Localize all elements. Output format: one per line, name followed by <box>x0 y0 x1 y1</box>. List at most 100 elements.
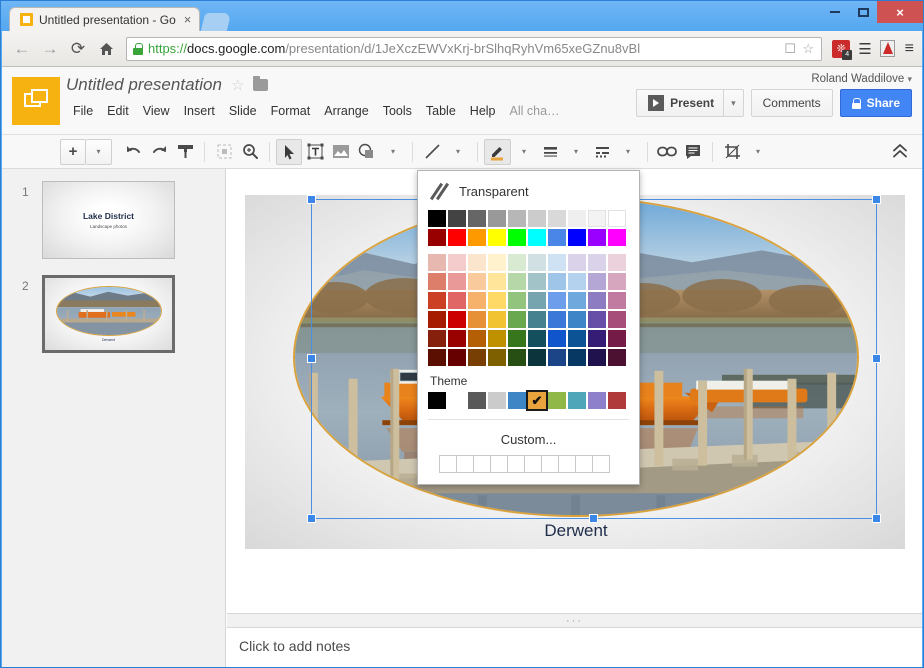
color-swatch[interactable] <box>508 210 526 227</box>
color-swatch[interactable] <box>568 292 586 309</box>
blocked-popups-icon[interactable]: ☐ <box>781 41 799 57</box>
color-swatch[interactable] <box>428 292 446 309</box>
color-swatch[interactable] <box>428 254 446 271</box>
color-swatch[interactable] <box>448 330 466 347</box>
custom-color-swatch[interactable] <box>524 455 542 473</box>
color-swatch[interactable] <box>468 349 486 366</box>
color-swatch[interactable] <box>448 349 466 366</box>
address-bar[interactable]: https://docs.google.com/presentation/d/1… <box>126 36 823 61</box>
color-swatch[interactable] <box>488 349 506 366</box>
color-swatch[interactable] <box>568 210 586 227</box>
share-button[interactable]: Share <box>839 89 912 117</box>
color-swatch[interactable] <box>528 292 546 309</box>
tab-close-icon[interactable]: × <box>182 12 192 27</box>
color-swatch[interactable] <box>528 311 546 328</box>
color-swatch[interactable] <box>608 273 626 290</box>
color-swatch[interactable] <box>488 254 506 271</box>
color-swatch[interactable] <box>528 349 546 366</box>
color-swatch[interactable] <box>548 229 566 246</box>
extension-red-icon[interactable]: ❊ 4 <box>832 39 853 60</box>
custom-color-swatch[interactable] <box>541 455 559 473</box>
color-swatch[interactable] <box>608 254 626 271</box>
color-swatch[interactable] <box>528 229 546 246</box>
redo-icon[interactable] <box>146 139 172 165</box>
theme-swatch[interactable] <box>608 392 626 409</box>
color-swatch-grid[interactable] <box>418 210 639 366</box>
new-slide-button[interactable]: + <box>60 138 86 165</box>
color-swatch[interactable] <box>568 349 586 366</box>
slide-caption[interactable]: Derwent <box>293 521 859 541</box>
forward-icon[interactable]: → <box>36 35 64 63</box>
color-swatch[interactable] <box>608 292 626 309</box>
browser-tab[interactable]: Untitled presentation - Go × <box>9 7 201 31</box>
color-swatch[interactable] <box>448 311 466 328</box>
color-swatch[interactable] <box>488 292 506 309</box>
resize-handle-sw[interactable] <box>307 514 316 523</box>
maximize-button[interactable] <box>849 1 877 23</box>
color-swatch[interactable] <box>588 229 606 246</box>
color-swatch[interactable] <box>428 210 446 227</box>
slide-thumbnail[interactable]: Lake District Landscape photos <box>42 181 175 259</box>
border-color-picker-popup[interactable]: Transparent Theme ✔ Custom... <box>417 170 640 485</box>
color-swatch[interactable] <box>468 210 486 227</box>
select-all-icon[interactable] <box>211 139 237 165</box>
resize-handle-e[interactable] <box>872 354 881 363</box>
color-swatch[interactable] <box>448 210 466 227</box>
border-color-icon[interactable] <box>484 138 511 165</box>
custom-color-swatch[interactable] <box>473 455 491 473</box>
color-swatch[interactable] <box>508 311 526 328</box>
comments-button[interactable]: Comments <box>750 89 833 117</box>
border-dash-icon[interactable] <box>589 139 615 165</box>
back-icon[interactable]: ← <box>8 35 36 63</box>
color-swatch[interactable] <box>588 349 606 366</box>
menu-table[interactable]: Table <box>419 100 463 122</box>
color-swatch[interactable] <box>548 273 566 290</box>
menu-format[interactable]: Format <box>264 100 318 122</box>
border-weight-dropdown[interactable]: ▾ <box>563 139 589 165</box>
page-title[interactable]: Untitled presentation <box>66 75 222 95</box>
color-swatch[interactable] <box>488 210 506 227</box>
resize-handle-nw[interactable] <box>307 195 316 204</box>
menu-insert[interactable]: Insert <box>177 100 222 122</box>
color-swatch[interactable] <box>448 273 466 290</box>
theme-swatch[interactable] <box>588 392 606 409</box>
custom-color-swatch[interactable] <box>507 455 525 473</box>
color-swatch[interactable] <box>608 229 626 246</box>
bookmark-star-icon[interactable]: ☆ <box>799 41 817 57</box>
color-swatch[interactable] <box>428 330 446 347</box>
line-dropdown[interactable]: ▾ <box>445 139 471 165</box>
color-swatch[interactable] <box>528 330 546 347</box>
notes-resize-handle[interactable]: ··· <box>227 613 922 627</box>
comment-icon[interactable] <box>680 139 706 165</box>
link-icon[interactable] <box>654 139 680 165</box>
custom-color-swatch[interactable] <box>575 455 593 473</box>
color-swatch[interactable] <box>488 229 506 246</box>
resize-handle-s[interactable] <box>589 514 598 523</box>
custom-color-swatch[interactable] <box>439 455 457 473</box>
color-swatch[interactable] <box>588 273 606 290</box>
color-swatch[interactable] <box>428 311 446 328</box>
color-swatch[interactable] <box>468 254 486 271</box>
speaker-notes[interactable]: Click to add notes <box>227 627 922 667</box>
color-swatch[interactable] <box>568 330 586 347</box>
resize-handle-se[interactable] <box>872 514 881 523</box>
color-swatch[interactable] <box>548 349 566 366</box>
present-dropdown-button[interactable]: ▾ <box>724 89 744 117</box>
extension-layers-icon[interactable]: ☰ <box>858 40 871 58</box>
color-swatch[interactable] <box>548 330 566 347</box>
color-swatch[interactable] <box>508 273 526 290</box>
crop-dropdown[interactable]: ▾ <box>745 139 771 165</box>
close-window-button[interactable]: × <box>877 1 923 23</box>
color-swatch[interactable] <box>448 229 466 246</box>
filmstrip-slide-2[interactable]: 2 Derwent <box>2 263 225 357</box>
theme-swatch-row[interactable]: ✔ <box>418 390 639 411</box>
cursor-icon[interactable] <box>276 138 302 165</box>
theme-swatch[interactable] <box>468 392 486 409</box>
shape-dropdown[interactable]: ▾ <box>380 139 406 165</box>
color-swatch[interactable] <box>468 311 486 328</box>
color-swatch[interactable] <box>428 273 446 290</box>
menu-tools[interactable]: Tools <box>376 100 419 122</box>
color-swatch[interactable] <box>548 210 566 227</box>
paint-format-icon[interactable] <box>172 139 198 165</box>
custom-color-swatch[interactable] <box>592 455 610 473</box>
